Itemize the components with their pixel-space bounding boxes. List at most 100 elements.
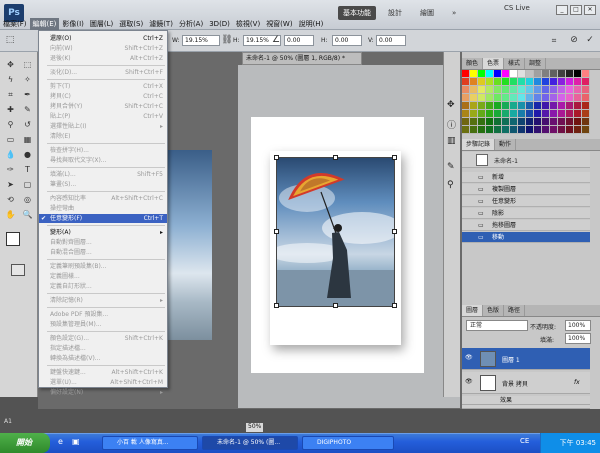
transform-handle-bottom[interactable] <box>333 303 338 308</box>
color-swatch[interactable] <box>510 78 518 86</box>
color-swatch[interactable] <box>478 86 486 94</box>
color-swatch[interactable] <box>486 78 494 86</box>
pen-tool-icon[interactable]: ✑ <box>3 163 18 176</box>
color-swatch[interactable] <box>502 78 510 86</box>
color-swatch[interactable] <box>550 110 558 118</box>
color-swatch[interactable] <box>470 126 478 134</box>
color-swatch[interactable] <box>566 94 574 102</box>
history-item[interactable]: ▭ 拖移圖層 <box>462 220 590 231</box>
color-swatch[interactable] <box>558 78 566 86</box>
color-swatch[interactable] <box>462 102 470 110</box>
color-swatch[interactable] <box>470 70 478 78</box>
color-swatch[interactable] <box>566 78 574 86</box>
color-swatch[interactable] <box>582 118 590 126</box>
layers-tab-2[interactable]: 路徑 <box>504 305 526 316</box>
history-tab-1[interactable]: 動作 <box>495 139 517 150</box>
workspace-essentials-button[interactable]: 基本功能 <box>338 6 376 20</box>
color-swatch[interactable] <box>566 102 574 110</box>
color-swatch[interactable] <box>566 86 574 94</box>
color-swatch[interactable] <box>526 78 534 86</box>
color-swatch[interactable] <box>542 86 550 94</box>
color-swatch[interactable] <box>582 86 590 94</box>
foreground-color-swatch[interactable] <box>6 232 20 246</box>
color-swatch[interactable] <box>574 70 582 78</box>
color-swatch[interactable] <box>534 102 542 110</box>
menu-10[interactable]: 說明(H) <box>296 18 327 30</box>
color-swatch[interactable] <box>582 126 590 134</box>
color-swatch[interactable] <box>494 118 502 126</box>
color-swatch[interactable] <box>534 110 542 118</box>
color-swatch[interactable] <box>582 78 590 86</box>
color-swatch[interactable] <box>574 78 582 86</box>
color-swatch[interactable] <box>526 94 534 102</box>
layers-tab-0[interactable]: 圖層 <box>462 305 484 316</box>
language-indicator[interactable]: CE <box>520 437 529 445</box>
color-swatch[interactable] <box>462 78 470 86</box>
color-swatch[interactable] <box>494 78 502 86</box>
color-swatch[interactable] <box>566 118 574 126</box>
fill-field[interactable]: 100% <box>565 333 591 344</box>
path-select-tool-icon[interactable]: ➤ <box>3 178 18 191</box>
color-swatch[interactable] <box>558 94 566 102</box>
shape-tool-icon[interactable]: ▢ <box>20 178 35 191</box>
taskbar-item-photoshop[interactable]: 未命名-1 @ 50% (圖... <box>202 436 298 450</box>
taskbar-item-digiphoto[interactable]: DIGIPHOTO <box>302 436 394 450</box>
color-swatch[interactable] <box>510 102 518 110</box>
workspace-painting-button[interactable]: 繪圖 <box>420 6 434 20</box>
color-swatch[interactable] <box>550 78 558 86</box>
color-swatch[interactable] <box>542 78 550 86</box>
color-swatch[interactable] <box>542 118 550 126</box>
color-swatch[interactable] <box>574 102 582 110</box>
start-button[interactable]: 開始 <box>0 433 50 453</box>
color-swatch[interactable] <box>582 94 590 102</box>
color-swatch[interactable] <box>574 126 582 134</box>
color-swatch[interactable] <box>502 118 510 126</box>
zoom-level[interactable]: 50% <box>246 423 264 432</box>
quick-select-tool-icon[interactable]: ✧ <box>20 73 35 86</box>
menu-4[interactable]: 選取(S) <box>116 18 146 30</box>
color-swatch[interactable] <box>494 94 502 102</box>
menu-5[interactable]: 濾鏡(T) <box>146 18 176 30</box>
color-swatch[interactable] <box>566 126 574 134</box>
transform-tool-icon[interactable]: ⬚ <box>4 35 16 46</box>
color-swatch[interactable] <box>526 110 534 118</box>
color-swatch[interactable] <box>478 126 486 134</box>
color-swatch[interactable] <box>558 86 566 94</box>
color-swatch[interactable] <box>486 110 494 118</box>
blur-tool-icon[interactable]: 💧 <box>3 148 18 161</box>
color-swatch[interactable] <box>558 118 566 126</box>
effects-row[interactable]: 效果 <box>462 396 590 405</box>
vertical-skew-field[interactable]: 0.00 <box>376 35 406 46</box>
color-swatch[interactable] <box>518 78 526 86</box>
color-swatch[interactable] <box>462 118 470 126</box>
color-swatch[interactable] <box>558 102 566 110</box>
menu-0[interactable]: 檔案(F) <box>0 18 30 30</box>
link-icon[interactable]: ⛓ <box>221 35 233 46</box>
workspace-design-button[interactable]: 設計 <box>388 6 402 20</box>
maximize-button[interactable]: □ <box>570 5 582 15</box>
eyedropper-tool-icon[interactable]: ✒ <box>20 88 35 101</box>
horizontal-skew-field[interactable]: 0.00 <box>332 35 362 46</box>
cs-live-button[interactable]: CS Live <box>504 4 530 12</box>
color-swatch[interactable] <box>534 70 542 78</box>
transform-handle-right[interactable] <box>392 229 397 234</box>
color-swatch[interactable] <box>534 94 542 102</box>
color-swatch[interactable] <box>462 126 470 134</box>
transform-center-icon[interactable]: ⌖ <box>333 225 338 235</box>
color-swatch[interactable] <box>542 126 550 134</box>
swatch-tab-0[interactable]: 顏色 <box>462 58 484 69</box>
histogram-icon[interactable]: ▥ <box>447 136 456 146</box>
color-swatch[interactable] <box>486 126 494 134</box>
color-swatch[interactable] <box>494 110 502 118</box>
dodge-tool-icon[interactable]: ● <box>20 148 35 161</box>
color-swatch[interactable] <box>486 94 494 102</box>
color-swatch[interactable] <box>542 102 550 110</box>
swatch-tab-3[interactable]: 調整 <box>525 58 547 69</box>
color-swatch[interactable] <box>542 94 550 102</box>
color-swatch[interactable] <box>526 102 534 110</box>
color-swatch[interactable] <box>518 118 526 126</box>
cancel-transform-icon[interactable]: ⊘ <box>568 35 580 46</box>
color-swatch[interactable] <box>462 70 470 78</box>
crop-tool-icon[interactable]: ⌗ <box>3 88 18 101</box>
layers-tab-1[interactable]: 色版 <box>483 305 505 316</box>
